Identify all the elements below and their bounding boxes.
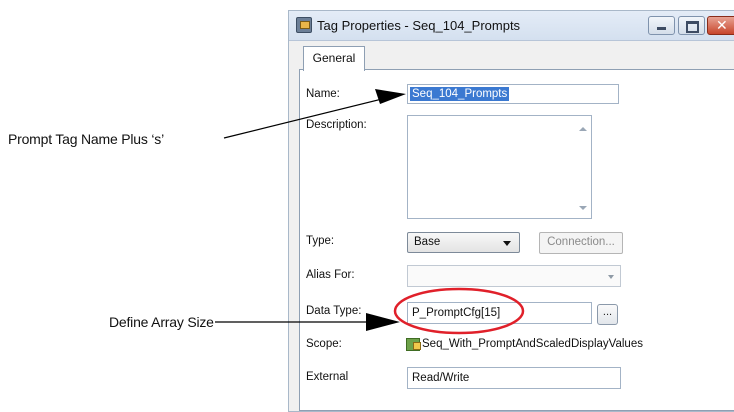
scope-value: Seq_With_PromptAndScaledDisplayValues bbox=[422, 338, 643, 350]
external-access-dropdown[interactable]: Read/Write bbox=[407, 367, 621, 389]
type-label: Type: bbox=[306, 235, 335, 247]
maximize-icon bbox=[686, 21, 699, 33]
description-label: Description: bbox=[306, 119, 367, 131]
data-type-input[interactable]: P_PromptCfg[15] bbox=[407, 302, 592, 324]
window-title: Tag Properties - Seq_104_Prompts bbox=[317, 18, 521, 33]
alias-for-label: Alias For: bbox=[306, 269, 355, 281]
description-textarea[interactable] bbox=[407, 115, 592, 219]
tag-properties-dialog: Tag Properties - Seq_104_Prompts ✕ Gener… bbox=[288, 10, 734, 412]
callout-array-size-label: Define Array Size bbox=[109, 314, 214, 330]
minimize-icon bbox=[657, 27, 666, 30]
name-label: Name: bbox=[306, 88, 340, 100]
external-access-label: External bbox=[306, 371, 349, 383]
name-input[interactable]: Seq_104_Prompts bbox=[407, 84, 619, 104]
type-dropdown[interactable]: Base bbox=[407, 232, 520, 253]
tag-properties-icon bbox=[296, 17, 312, 33]
title-bar[interactable]: Tag Properties - Seq_104_Prompts ✕ bbox=[289, 11, 734, 41]
scroll-down-arrow-icon[interactable] bbox=[579, 206, 587, 210]
scroll-up-arrow-icon[interactable] bbox=[579, 127, 587, 131]
tab-general[interactable]: General bbox=[303, 46, 365, 71]
scope-label: Scope: bbox=[306, 338, 342, 350]
data-type-label: Data Type: bbox=[306, 305, 362, 317]
program-scope-icon bbox=[406, 338, 421, 351]
maximize-button[interactable] bbox=[678, 16, 705, 35]
browse-data-type-button[interactable]: ... bbox=[597, 304, 618, 325]
chevron-down-icon bbox=[608, 275, 614, 279]
connection-button[interactable]: Connection... bbox=[539, 232, 623, 254]
type-dropdown-value: Base bbox=[414, 236, 441, 248]
name-input-value: Seq_104_Prompts bbox=[410, 87, 510, 101]
minimize-button[interactable] bbox=[648, 16, 675, 35]
close-button[interactable]: ✕ bbox=[707, 16, 734, 35]
callout-name-label: Prompt Tag Name Plus ‘s’ bbox=[8, 131, 165, 147]
external-access-value: Read/Write bbox=[412, 372, 470, 384]
chevron-down-icon bbox=[503, 241, 511, 246]
close-icon: ✕ bbox=[716, 17, 728, 33]
data-type-value: P_PromptCfg[15] bbox=[412, 307, 501, 319]
alias-for-dropdown[interactable] bbox=[407, 265, 621, 287]
